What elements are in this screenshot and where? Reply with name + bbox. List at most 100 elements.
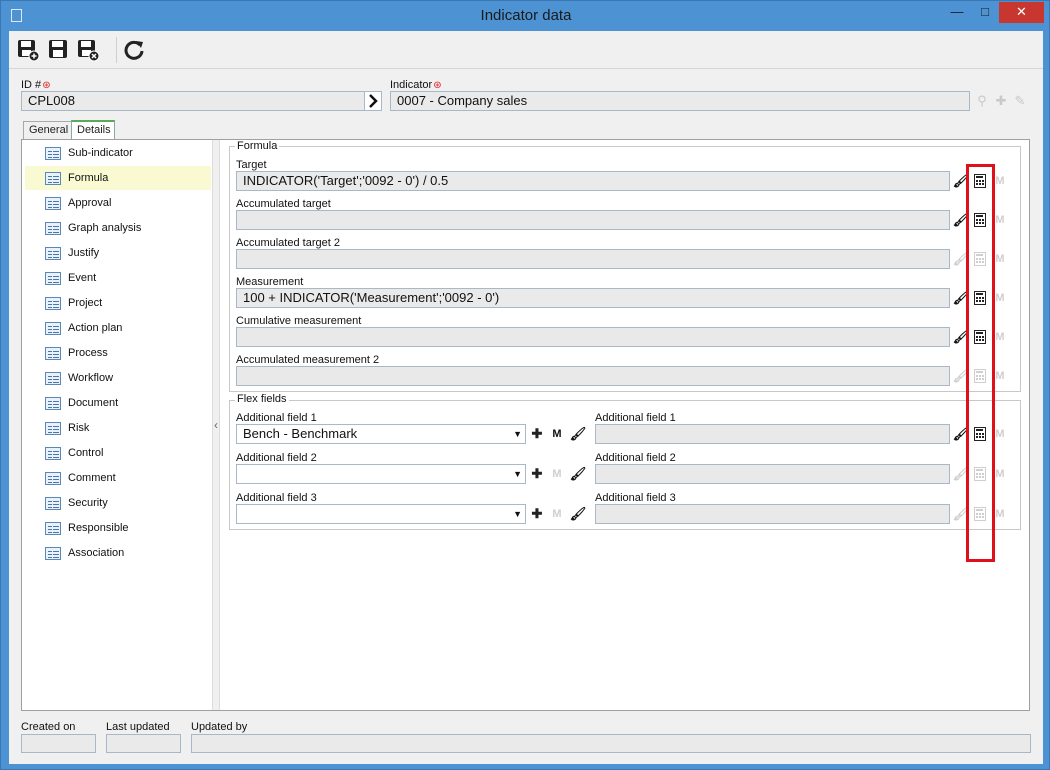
- nav-item-project[interactable]: Project: [25, 291, 211, 315]
- chevron-down-icon: ▼: [513, 509, 522, 519]
- nav-item-security[interactable]: Security: [25, 491, 211, 515]
- maximize-button[interactable]: □: [972, 2, 998, 23]
- nav-item-responsible[interactable]: Responsible: [25, 516, 211, 540]
- nav-item-process[interactable]: Process: [25, 341, 211, 365]
- target-label: Target: [236, 159, 267, 171]
- measurement-field[interactable]: 100 + INDICATOR('Measurement';'0092 - 0'…: [236, 288, 950, 308]
- additional-field-3-right-label: Additional field 3: [595, 492, 676, 504]
- nav-item-action-plan[interactable]: Action plan: [25, 316, 211, 340]
- accumulated-measurement-2-field[interactable]: [236, 366, 950, 386]
- formula-legend: Formula: [235, 140, 280, 152]
- list-icon: [45, 472, 61, 485]
- additional-field-2-right-label: Additional field 2: [595, 452, 676, 464]
- last-updated-label: Last updated: [106, 721, 170, 733]
- binoculars-button[interactable]: M: [548, 504, 566, 524]
- accumulated-target-2-field[interactable]: [236, 249, 950, 269]
- additional-field-1-right[interactable]: [595, 424, 950, 444]
- indicator-field[interactable]: 0007 - Company sales: [390, 91, 970, 111]
- list-icon: [45, 272, 61, 285]
- nav-item-control[interactable]: Control: [25, 441, 211, 465]
- tab-details[interactable]: Details: [71, 120, 115, 139]
- save-new-icon: [18, 40, 40, 62]
- measurement-label: Measurement: [236, 276, 304, 288]
- list-icon: [45, 322, 61, 335]
- additional-field-2-right[interactable]: [595, 464, 950, 484]
- list-icon: [45, 247, 61, 260]
- accumulated-target-2-label: Accumulated target 2: [236, 237, 340, 249]
- accumulated-target-field[interactable]: [236, 210, 950, 230]
- additional-field-2-label: Additional field 2: [236, 452, 317, 464]
- add-button[interactable]: ✚: [528, 464, 546, 484]
- nav-item-justify[interactable]: Justify: [25, 241, 211, 265]
- title-bar: Indicator data — □ ✕: [1, 1, 1050, 31]
- nav-item-association[interactable]: Association: [25, 541, 211, 565]
- nav-item-document[interactable]: Document: [25, 391, 211, 415]
- chevron-down-icon: ▼: [513, 429, 522, 439]
- additional-field-3-select[interactable]: ▼: [236, 504, 526, 524]
- list-icon: [45, 522, 61, 535]
- additional-field-1-select[interactable]: Bench - Benchmark ▼: [236, 424, 526, 444]
- save-new-button[interactable]: [15, 37, 41, 63]
- save-close-icon: [78, 40, 100, 62]
- cumulative-measurement-field[interactable]: [236, 327, 950, 347]
- refresh-button[interactable]: [121, 37, 147, 63]
- updated-by-field: [191, 734, 1031, 753]
- list-icon: [45, 222, 61, 235]
- target-field[interactable]: INDICATOR('Target';'0092 - 0') / 0.5: [236, 171, 950, 191]
- required-icon: ⊛: [433, 80, 442, 91]
- id-label: ID #⊛: [21, 79, 51, 91]
- nav-item-sub-indicator[interactable]: Sub-indicator: [25, 141, 211, 165]
- additional-field-2-select[interactable]: ▼: [236, 464, 526, 484]
- binoculars-button[interactable]: M: [548, 464, 566, 484]
- edit-brush-icon[interactable]: 🖌: [569, 464, 587, 484]
- nav-splitter[interactable]: ‹: [212, 140, 220, 710]
- edit-brush-icon[interactable]: 🖌: [569, 504, 587, 524]
- cumulative-measurement-label: Cumulative measurement: [236, 315, 362, 327]
- nav-item-risk[interactable]: Risk: [25, 416, 211, 440]
- window: Indicator data — □ ✕ ID #⊛ CPL008 Indica…: [0, 0, 1050, 770]
- chevron-right-icon: [369, 94, 378, 108]
- list-icon: [45, 347, 61, 360]
- toolbar: [9, 31, 1043, 69]
- refresh-icon: [124, 40, 144, 60]
- list-icon: [45, 172, 61, 185]
- add-button[interactable]: ✚: [528, 424, 546, 444]
- minimize-button[interactable]: —: [944, 2, 970, 23]
- accumulated-measurement-2-label: Accumulated measurement 2: [236, 354, 380, 366]
- updated-by-label: Updated by: [191, 721, 248, 733]
- nav-item-approval[interactable]: Approval: [25, 191, 211, 215]
- nav-item-workflow[interactable]: Workflow: [25, 366, 211, 390]
- tab-general[interactable]: General: [23, 121, 72, 140]
- details-panel: Sub-indicator Formula Approval Graph ana…: [21, 139, 1030, 711]
- add-icon[interactable]: ✚: [992, 91, 1010, 111]
- binoculars-button[interactable]: M: [548, 424, 566, 444]
- list-icon: [45, 372, 61, 385]
- additional-field-3-label: Additional field 3: [236, 492, 317, 504]
- add-button[interactable]: ✚: [528, 504, 546, 524]
- clear-icon[interactable]: ✎: [1011, 91, 1029, 111]
- last-updated-field: [106, 734, 181, 753]
- list-icon: [45, 297, 61, 310]
- client-area: ID #⊛ CPL008 Indicator⊛ 0007 - Company s…: [9, 31, 1043, 764]
- details-nav: Sub-indicator Formula Approval Graph ana…: [22, 140, 212, 710]
- additional-field-3-right[interactable]: [595, 504, 950, 524]
- nav-item-event[interactable]: Event: [25, 266, 211, 290]
- additional-field-1-right-label: Additional field 1: [595, 412, 676, 424]
- edit-brush-icon[interactable]: 🖌: [569, 424, 587, 444]
- additional-field-1-label: Additional field 1: [236, 412, 317, 424]
- list-icon: [45, 547, 61, 560]
- flex-fields-legend: Flex fields: [235, 393, 289, 405]
- nav-item-graph-analysis[interactable]: Graph analysis: [25, 216, 211, 240]
- id-go-button[interactable]: [364, 91, 382, 111]
- nav-item-comment[interactable]: Comment: [25, 466, 211, 490]
- list-icon: [45, 197, 61, 210]
- accumulated-target-label: Accumulated target: [236, 198, 331, 210]
- close-button[interactable]: ✕: [999, 2, 1044, 23]
- save-close-button[interactable]: [75, 37, 101, 63]
- list-icon: [45, 397, 61, 410]
- required-icon: ⊛: [42, 80, 51, 91]
- id-field[interactable]: CPL008: [21, 91, 365, 111]
- search-icon[interactable]: ⚲: [973, 91, 991, 111]
- nav-item-formula[interactable]: Formula: [25, 166, 211, 190]
- save-button[interactable]: [45, 37, 71, 63]
